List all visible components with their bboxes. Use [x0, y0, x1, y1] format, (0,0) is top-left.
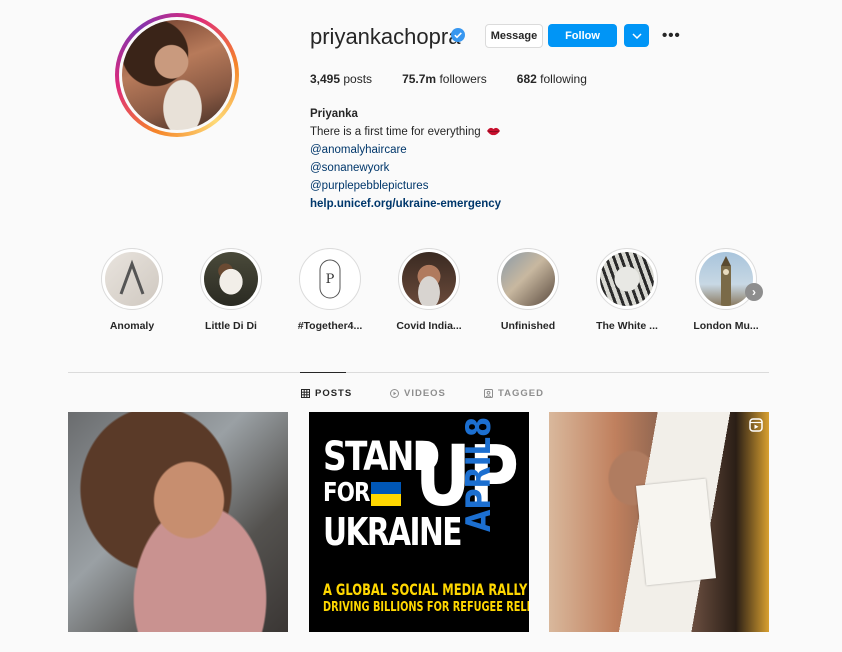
highlight-covid-india[interactable]: Covid India... — [389, 248, 469, 332]
highlight-ring — [200, 248, 262, 310]
tag-icon — [484, 389, 493, 398]
bio-line: There is a first time for everything — [310, 123, 501, 141]
posts-count: 3,495 posts — [310, 72, 372, 86]
highlight-label: #Together4... — [297, 320, 363, 332]
anomaly-logo-icon — [119, 259, 145, 295]
post-text-april8: APRIL8 — [459, 416, 499, 532]
follow-button[interactable]: Follow — [548, 24, 617, 47]
highlight-ring — [596, 248, 658, 310]
highlight-cover — [600, 252, 654, 306]
highlight-label: London Mu... — [693, 320, 759, 332]
following-count[interactable]: 682 following — [517, 72, 587, 86]
verified-badge-icon — [451, 28, 465, 42]
avatar-photo — [122, 20, 232, 130]
flag-blue-stripe — [371, 482, 401, 494]
stat-value: 3,495 — [310, 72, 341, 86]
ukraine-flag-icon — [371, 482, 401, 506]
stat-label: following — [540, 72, 587, 86]
svg-text:P: P — [326, 272, 335, 287]
highlight-label: Unfinished — [500, 320, 556, 332]
bio-name: Priyanka — [310, 108, 358, 120]
profile-stats: 3,495 posts 75.7m followers 682 followin… — [310, 72, 617, 86]
stat-value: 75.7m — [402, 72, 437, 86]
highlight-unfinished[interactable]: Unfinished — [488, 248, 568, 332]
stat-label: posts — [343, 72, 373, 86]
highlight-the-white[interactable]: The White ... — [587, 248, 667, 332]
highlight-cover: P — [303, 252, 357, 306]
post-text-ukraine: UKRAINE — [323, 510, 463, 554]
bio-mention-purplepebble[interactable]: @purplepebblepictures — [310, 177, 501, 195]
tab-label: VIDEOS — [404, 388, 446, 399]
bio-mention-anomaly[interactable]: @anomalyhaircare — [310, 141, 501, 159]
video-icon — [390, 389, 399, 398]
highlight-ring — [695, 248, 757, 310]
avatar-border — [119, 17, 235, 133]
highlight-label: Covid India... — [396, 320, 462, 332]
highlight-cover — [699, 252, 753, 306]
tab-label: POSTS — [315, 388, 353, 399]
highlight-cover — [204, 252, 258, 306]
post-text-for: FOR — [323, 478, 370, 508]
highlight-label: Anomaly — [109, 320, 155, 332]
bio-text: There is a first time for everything — [310, 126, 481, 138]
highlight-ring — [398, 248, 460, 310]
highlight-label: Little Di Di — [205, 320, 257, 332]
pcf-monogram-icon: P — [319, 259, 341, 299]
highlight-ring — [101, 248, 163, 310]
post-caption-rally: A GLOBAL SOCIAL MEDIA RALLY — [323, 580, 528, 599]
followers-count[interactable]: 75.7m followers — [402, 72, 487, 86]
post-tile-selfie[interactable] — [68, 412, 288, 632]
profile-avatar[interactable] — [115, 13, 239, 137]
highlight-cover — [402, 252, 456, 306]
highlight-cover — [501, 252, 555, 306]
tab-videos[interactable]: VIDEOS — [390, 388, 446, 399]
post-tile-document-photo[interactable] — [549, 412, 769, 632]
highlight-anomaly[interactable]: Anomaly — [92, 248, 172, 332]
stat-label: followers — [439, 72, 487, 86]
highlights-next-arrow-icon[interactable]: › — [745, 283, 763, 301]
tabs-divider — [68, 372, 769, 373]
more-options-icon[interactable]: ••• — [662, 27, 680, 44]
stat-value: 682 — [516, 72, 537, 86]
tab-label: TAGGED — [498, 388, 544, 399]
big-ben-icon — [721, 256, 731, 306]
highlight-cover — [105, 252, 159, 306]
tab-posts[interactable]: POSTS — [301, 388, 352, 399]
lips-emoji-icon — [486, 127, 500, 136]
tab-tagged[interactable]: TAGGED — [484, 388, 544, 399]
highlight-ring: P — [299, 248, 361, 310]
suggested-dropdown-button[interactable] — [624, 24, 649, 47]
highlight-ring — [497, 248, 559, 310]
post-caption-relief: DRIVING BILLIONS FOR REFUGEE RELIEF — [323, 600, 529, 615]
profile-username: priyankachopra — [310, 24, 461, 49]
grid-icon — [301, 389, 310, 398]
chevron-down-icon — [631, 32, 642, 39]
highlight-label: The White ... — [596, 320, 658, 332]
highlight-together4[interactable]: P #Together4... — [290, 248, 370, 332]
post-tile-stand-up-for-ukraine[interactable]: STAND UP FOR UKRAINE APRIL8 A GLOBAL SOC… — [309, 412, 529, 632]
profile-bio: Priyanka There is a first time for every… — [310, 105, 501, 213]
message-button[interactable]: Message — [485, 24, 543, 48]
flag-yellow-stripe — [371, 494, 401, 506]
reels-icon — [749, 418, 763, 432]
highlight-little-di-di[interactable]: Little Di Di — [191, 248, 271, 332]
bio-mention-sona[interactable]: @sonanewyork — [310, 159, 501, 177]
active-tab-indicator — [300, 372, 346, 373]
post-paper — [635, 478, 717, 586]
bio-external-link[interactable]: help.unicef.org/ukraine-emergency — [310, 195, 501, 213]
